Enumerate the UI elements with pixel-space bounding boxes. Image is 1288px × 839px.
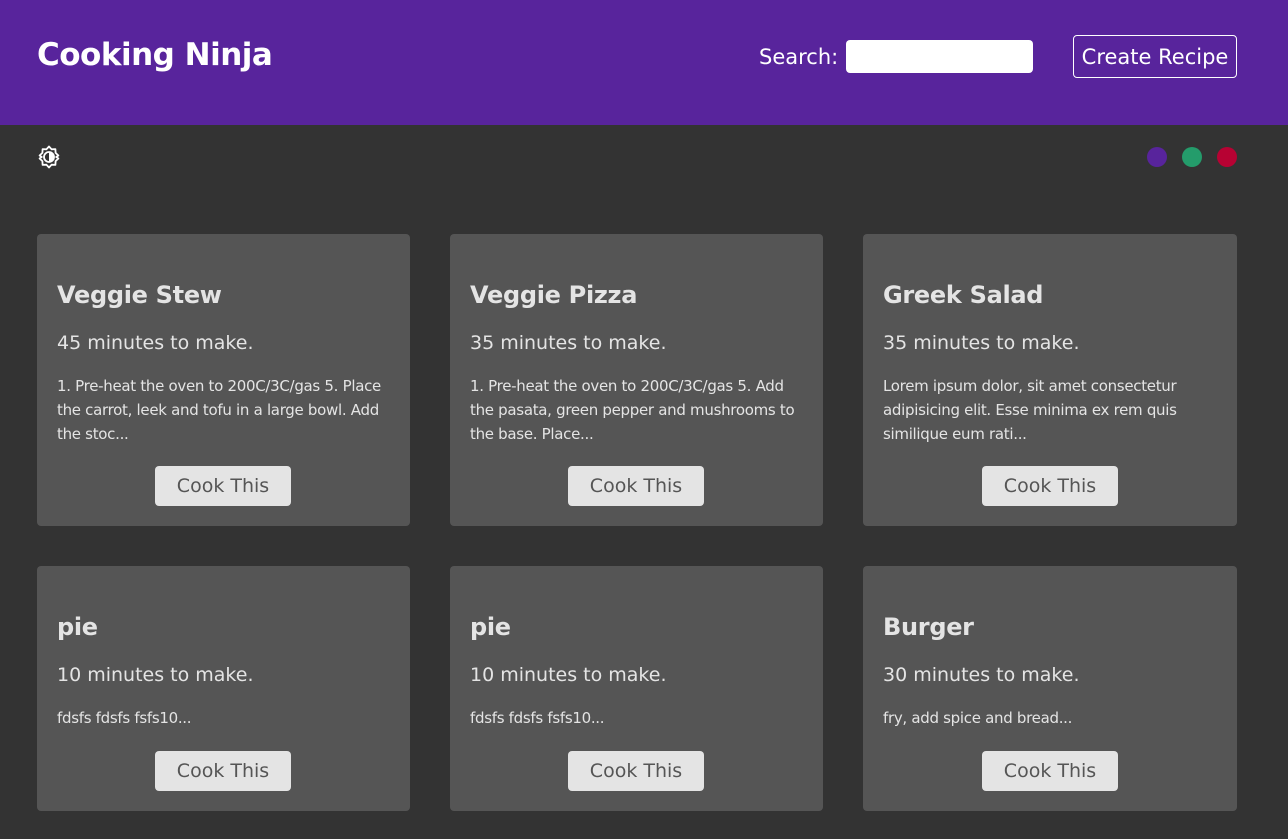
recipe-method: fdsfs fdsfs fsfs10...: [470, 709, 605, 727]
recipe-time: 30 minutes to make.: [883, 664, 1080, 686]
site-title[interactable]: Cooking Ninja: [37, 37, 273, 73]
recipe-method: Lorem ipsum dolor, sit amet consectetur …: [883, 377, 1177, 443]
recipe-title: pie: [57, 613, 98, 641]
recipe-time: 45 minutes to make.: [57, 332, 254, 354]
recipe-method: 1. Pre-heat the oven to 200C/3C/gas 5. P…: [57, 377, 381, 443]
cook-this-button[interactable]: Cook This: [155, 466, 291, 506]
cook-this-button[interactable]: Cook This: [982, 466, 1118, 506]
recipe-card: pie 10 minutes to make. fdsfs fdsfs fsfs…: [37, 566, 410, 811]
recipe-card: Veggie Pizza 35 minutes to make. 1. Pre-…: [450, 234, 823, 526]
recipe-title: Burger: [883, 613, 974, 641]
recipe-card: Greek Salad 35 minutes to make. Lorem ip…: [863, 234, 1237, 526]
theme-swatch-red[interactable]: [1217, 147, 1237, 167]
recipe-time: 10 minutes to make.: [470, 664, 667, 686]
search-label: Search:: [759, 45, 839, 69]
recipe-time: 35 minutes to make.: [883, 332, 1080, 354]
navbar: Cooking Ninja Search: Create Recipe: [0, 0, 1288, 125]
recipe-card: Veggie Stew 45 minutes to make. 1. Pre-h…: [37, 234, 410, 526]
cook-this-button[interactable]: Cook This: [568, 466, 704, 506]
recipe-title: Greek Salad: [883, 281, 1044, 309]
cook-this-button[interactable]: Cook This: [568, 751, 704, 791]
cook-this-button[interactable]: Cook This: [155, 751, 291, 791]
recipe-method: 1. Pre-heat the oven to 200C/3C/gas 5. A…: [470, 377, 795, 443]
theme-swatch-purple[interactable]: [1147, 147, 1167, 167]
recipe-time: 10 minutes to make.: [57, 664, 254, 686]
recipe-method: fdsfs fdsfs fsfs10...: [57, 709, 192, 727]
recipe-card: pie 10 minutes to make. fdsfs fdsfs fsfs…: [450, 566, 823, 811]
recipe-title: Veggie Stew: [57, 281, 222, 309]
search-input[interactable]: [846, 40, 1033, 73]
theme-swatch-green[interactable]: [1182, 147, 1202, 167]
recipe-time: 35 minutes to make.: [470, 332, 667, 354]
cook-this-button[interactable]: Cook This: [982, 751, 1118, 791]
recipe-title: Veggie Pizza: [470, 281, 638, 309]
recipe-title: pie: [470, 613, 511, 641]
create-recipe-button[interactable]: Create Recipe: [1073, 35, 1237, 78]
recipe-card: Burger 30 minutes to make. fry, add spic…: [863, 566, 1237, 811]
recipe-method: fry, add spice and bread...: [883, 709, 1073, 727]
brightness-toggle-icon[interactable]: [37, 145, 61, 169]
